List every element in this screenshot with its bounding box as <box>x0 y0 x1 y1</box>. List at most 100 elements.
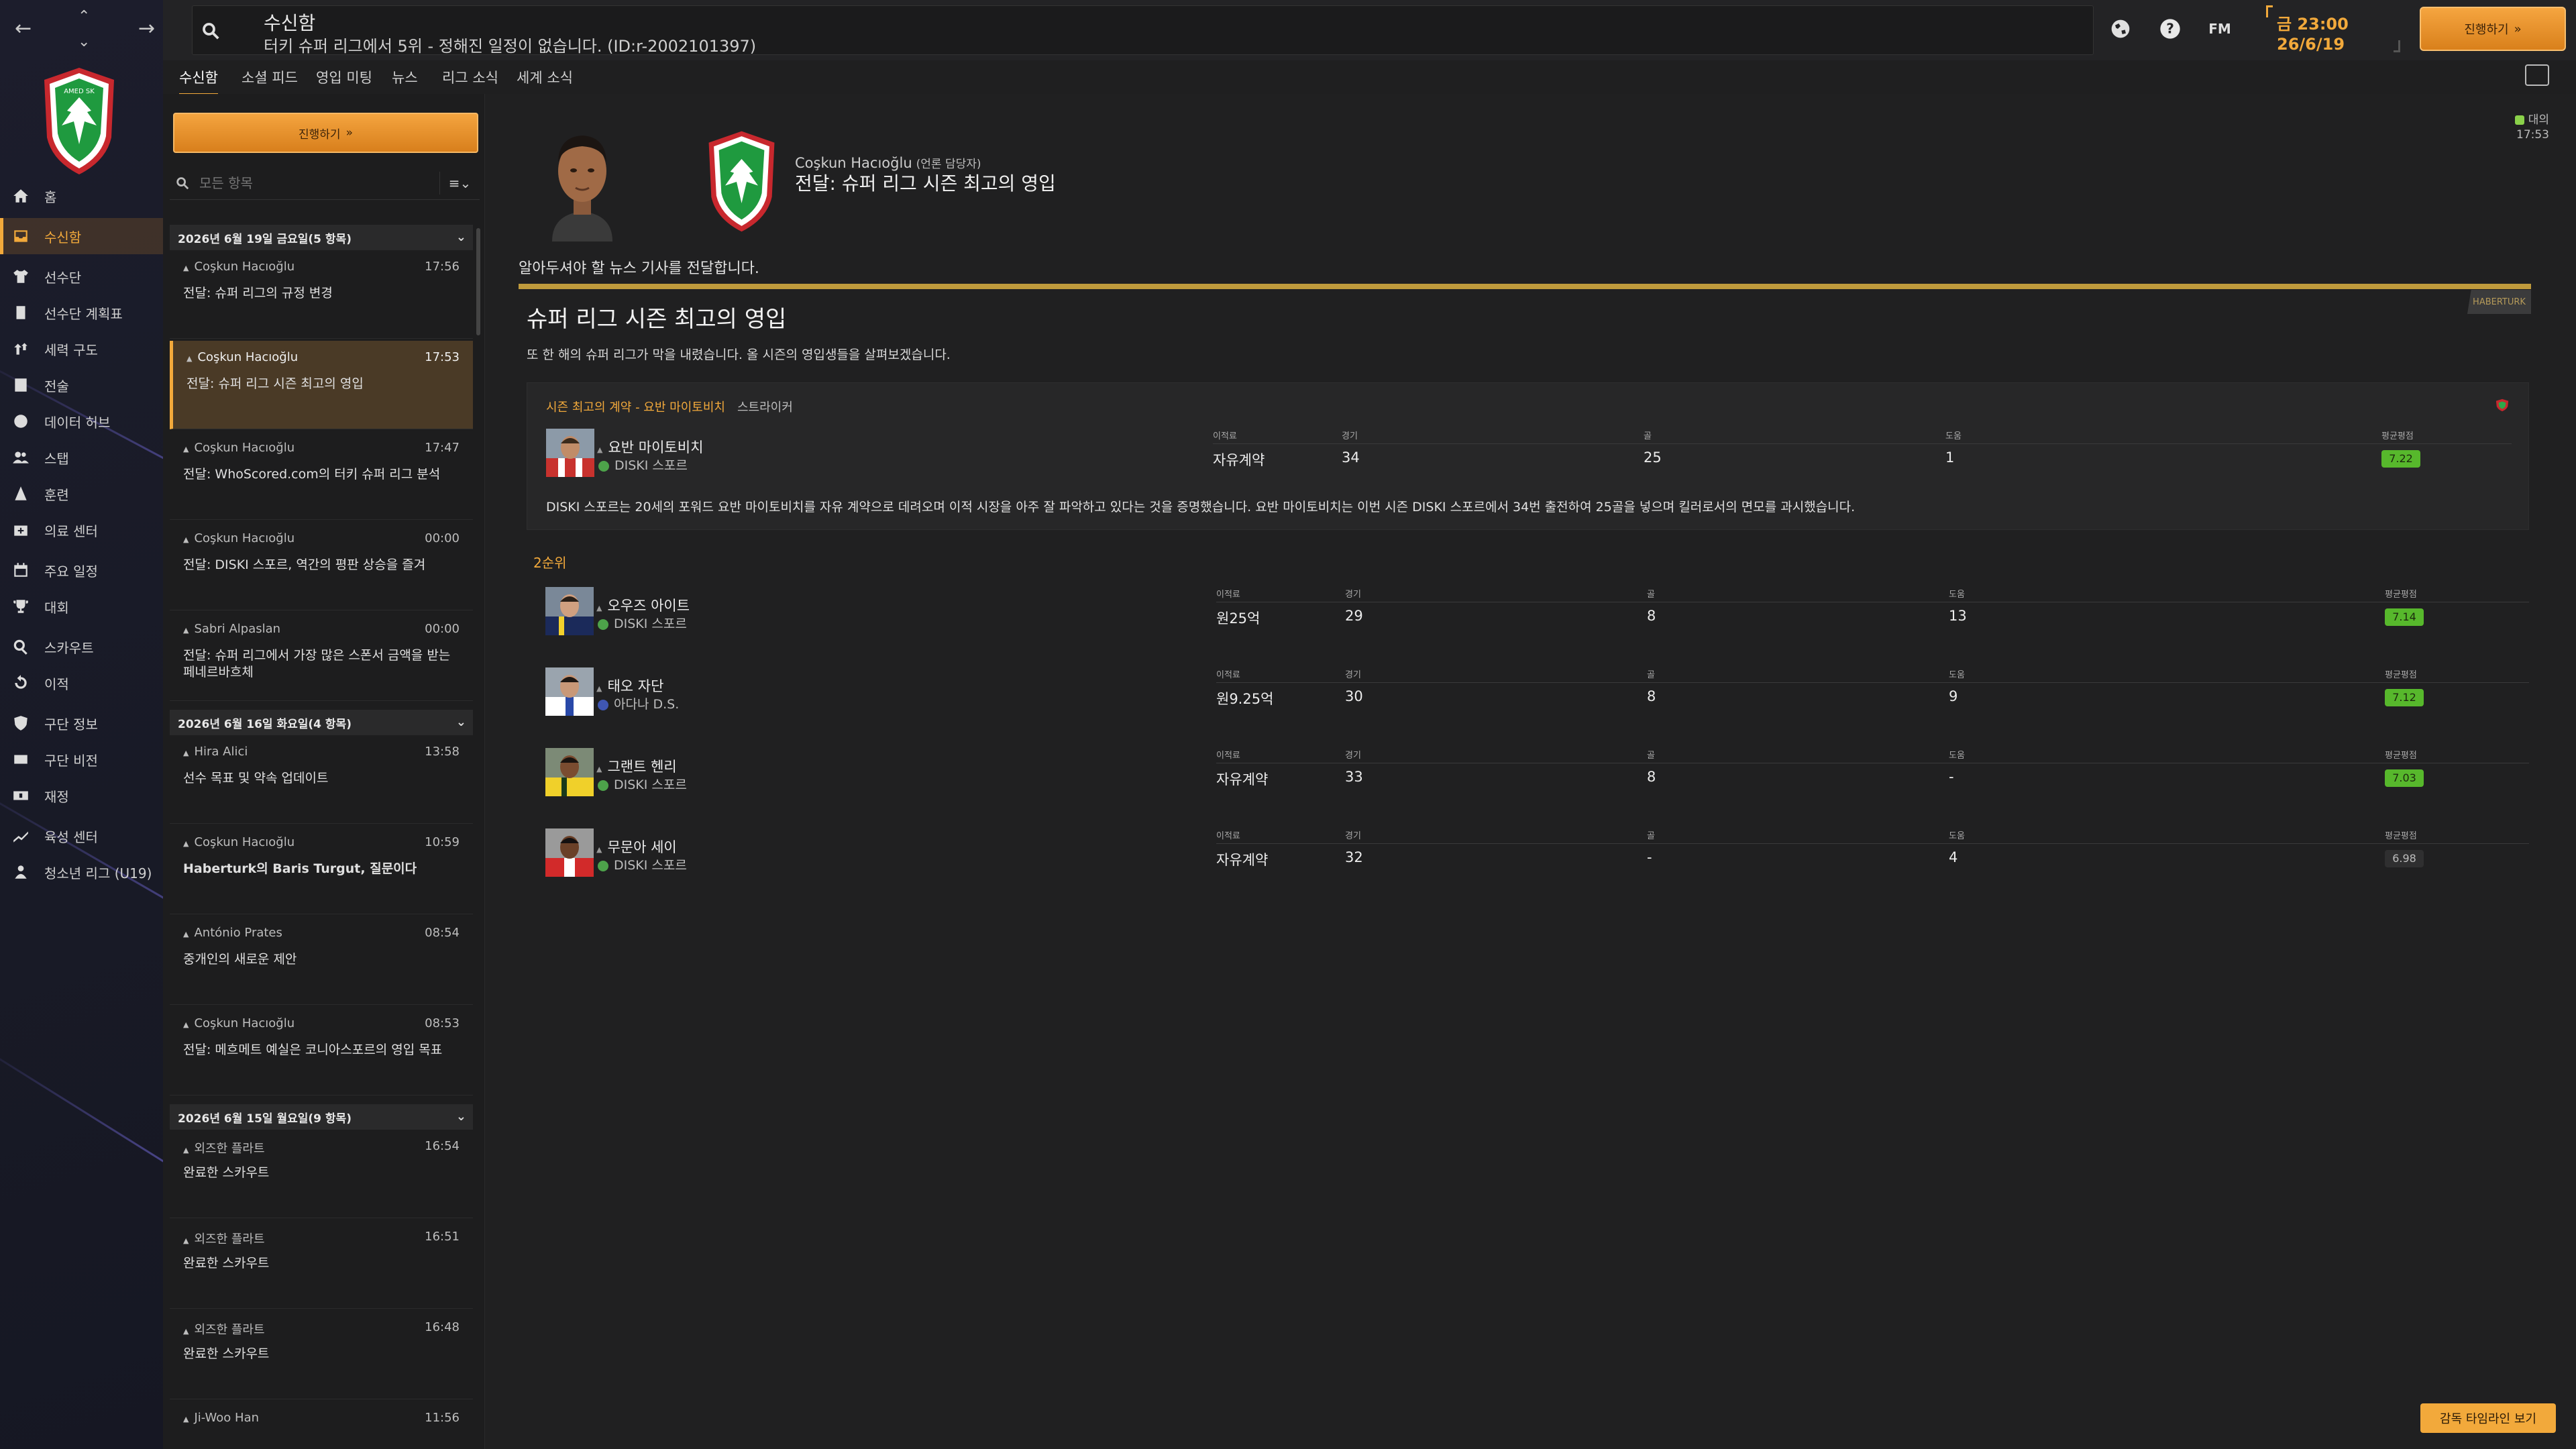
inbox-group-header[interactable]: 2026년 6월 19일 금요일(5 항목) ⌄ <box>170 225 473 250</box>
player-name[interactable]: 태오 자단 <box>596 676 663 696</box>
message-intro: 알아두셔야 할 뉴스 기사를 전달합니다. <box>519 260 759 277</box>
player-photo[interactable] <box>545 667 594 716</box>
nav-item-squad-planner[interactable]: 선수단 계획표 <box>0 294 163 331</box>
message-time: 16:54 <box>425 1139 460 1153</box>
player-photo[interactable] <box>545 828 594 877</box>
calendar-icon <box>12 561 30 579</box>
nav-item-medical[interactable]: 의료 센터 <box>0 512 163 548</box>
nav-item-data-hub[interactable]: 데이터 허브 <box>0 403 163 439</box>
inbox-message[interactable]: António Prates 08:54 중개인의 새로운 제안 <box>170 916 473 1005</box>
inbox-message[interactable]: Hira Alici 13:58 선수 목표 및 약속 업데이트 <box>170 735 473 824</box>
fee-value: 자유계약 <box>1216 852 1269 868</box>
assists-value: 9 <box>1949 688 1958 704</box>
player-name[interactable]: 무문아 세이 <box>596 837 676 857</box>
nav-item-schedule[interactable]: 주요 일정 <box>0 552 163 588</box>
inbox-list: 진행하기 » ≡⌄ 2026년 6월 19일 금요일(5 항목) ⌄ Coşku… <box>163 94 485 1449</box>
inbox-message[interactable]: 외즈한 플라트 16:51 완료한 스카우트 <box>170 1220 473 1309</box>
inbox-message[interactable]: 외즈한 플라트 16:54 완료한 스카우트 <box>170 1130 473 1218</box>
header-search-box[interactable]: 수신함 터키 슈퍼 리그에서 5위 - 정해진 일정이 없습니다. (ID:r-… <box>192 5 2094 56</box>
nav-item-label: 선수단 <box>44 269 82 286</box>
nav-item-club-info[interactable]: 구단 정보 <box>0 705 163 741</box>
nav-item-tactics[interactable]: 전술 <box>0 367 163 403</box>
assists-column: 도움 - <box>1949 748 1965 785</box>
column-label: 골 <box>1644 431 1652 441</box>
inbox-message[interactable]: Coşkun Hacıoğlu 00:00 전달: DISKI 스포르, 역간의… <box>170 522 473 610</box>
nav-item-training[interactable]: 훈련 <box>0 476 163 512</box>
inbox-message[interactable]: Sabri Alpaslan 00:00 전달: 슈퍼 리그에서 가장 많은 스… <box>170 612 473 701</box>
nav-item-competitions[interactable]: 대회 <box>0 588 163 625</box>
player-name[interactable]: 요반 마이토비치 <box>597 437 703 457</box>
inbox-message[interactable]: Coşkun Hacıoğlu 08:53 전달: 메흐메트 예실은 코니아스포… <box>170 1007 473 1095</box>
message-time: 11:56 <box>425 1411 460 1425</box>
world-icon[interactable] <box>2108 17 2133 41</box>
fm-menu-icon[interactable]: FM <box>2208 17 2232 41</box>
nav-item-finances[interactable]: 재정 <box>0 777 163 814</box>
nav-item-label: 선수단 계획표 <box>44 305 123 322</box>
continue-button[interactable]: 진행하기 » <box>2420 7 2566 51</box>
message-sender: Coşkun Hacıoğlu <box>183 1016 294 1030</box>
tab-world-news[interactable]: 세계 소식 <box>517 67 573 87</box>
nav-item-inbox[interactable]: 수신함 <box>0 218 163 254</box>
inbox-scrollbar[interactable] <box>476 228 480 335</box>
nav-item-club-vision[interactable]: 구단 비전 <box>0 741 163 777</box>
divider <box>1216 682 2529 683</box>
rating-badge: 7.14 <box>2385 608 2424 626</box>
tab-league-news[interactable]: 리그 소식 <box>442 67 498 87</box>
back-icon[interactable]: ← <box>15 19 32 39</box>
divider <box>519 284 2531 289</box>
message-sender: Coşkun Hacıoğlu <box>183 260 294 274</box>
club-crest-icon[interactable]: AMED SK <box>39 64 119 178</box>
player-club[interactable]: DISKI 스포르 <box>596 855 687 873</box>
nav-item-development[interactable]: 육성 센터 <box>0 818 163 854</box>
tab-inbox[interactable]: 수신함 <box>179 67 218 95</box>
player-club[interactable]: DISKI 스포르 <box>597 455 688 474</box>
nav-item-dynamics[interactable]: 세력 구도 <box>0 331 163 367</box>
inbox-group-header[interactable]: 2026년 6월 16일 화요일(4 항목) ⌄ <box>170 710 473 735</box>
nav-item-scouting[interactable]: 스카우트 <box>0 629 163 665</box>
data-hub-icon <box>12 413 30 430</box>
inbox-message[interactable]: 외즈한 플라트 16:48 완료한 스카우트 <box>170 1311 473 1399</box>
inbox-message[interactable]: Coşkun Hacıoğlu 10:59 Haberturk의 Baris T… <box>170 826 473 914</box>
chevron-down-icon[interactable]: ⌄ <box>78 32 90 52</box>
player-club[interactable]: 아다나 D.S. <box>596 694 679 712</box>
tab-social-feed[interactable]: 소셜 피드 <box>241 67 298 87</box>
nav-item-home[interactable]: 홈 <box>0 178 163 214</box>
corner-bracket-icon <box>2394 40 2400 52</box>
player-name[interactable]: 그랜트 헨리 <box>596 756 676 776</box>
article-title: 슈퍼 리그 시즌 최고의 영입 <box>527 306 787 333</box>
fee-value: 원9.25억 <box>1216 691 1274 707</box>
nav-item-youth-league[interactable]: 청소년 리그 (U19) <box>0 854 163 890</box>
forward-icon[interactable]: → <box>138 19 155 39</box>
player-name[interactable]: 오우즈 아이트 <box>596 595 690 615</box>
layout-toggle-icon[interactable] <box>2525 64 2549 86</box>
filter-menu-icon[interactable]: ≡⌄ <box>439 172 480 195</box>
player-photo[interactable] <box>545 587 594 635</box>
nav-item-staff[interactable]: 스탭 <box>0 439 163 476</box>
staff-icon <box>12 449 30 466</box>
sender-portrait <box>552 136 612 241</box>
player-club[interactable]: DISKI 스포르 <box>596 775 687 793</box>
tab-news[interactable]: 뉴스 <box>392 67 418 87</box>
player-photo[interactable] <box>546 429 594 477</box>
nav-item-squad[interactable]: 선수단 <box>0 258 163 294</box>
chevron-up-icon[interactable]: ⌃ <box>78 7 90 27</box>
player-club[interactable]: DISKI 스포르 <box>596 614 687 632</box>
double-chevron-icon: » <box>2514 21 2522 36</box>
inbox-message[interactable]: Coşkun Hacıoğlu 17:47 전달: WhoScored.com의… <box>170 431 473 520</box>
inbox-message[interactable]: Ji-Woo Han 11:56 <box>170 1401 473 1448</box>
tab-transfer-meetings[interactable]: 영입 미팅 <box>316 67 372 87</box>
inbox-group-header[interactable]: 2026년 6월 15일 월요일(9 항목) ⌄ <box>170 1104 473 1130</box>
player-photo[interactable] <box>545 748 594 796</box>
inbox-message-selected[interactable]: Coşkun Hacıoğlu 17:53 전달: 슈퍼 리그 시즌 최고의 영… <box>170 341 473 429</box>
column-label: 도움 <box>1949 751 1965 761</box>
help-icon[interactable]: ? <box>2158 17 2182 41</box>
nav-item-transfers[interactable]: 이적 <box>0 665 163 701</box>
inbox-search-input[interactable] <box>199 173 421 193</box>
youth-icon <box>12 863 30 881</box>
inbox-continue-button[interactable]: 진행하기 » <box>173 113 478 153</box>
game-date[interactable]: 금 23:00 26/6/19 <box>2266 5 2400 54</box>
nav-item-label: 구단 정보 <box>44 716 98 733</box>
inbox-message[interactable]: Coşkun Hacıoğlu 17:56 전달: 슈퍼 리그의 규정 변경 <box>170 250 473 339</box>
manager-timeline-button[interactable]: 감독 타임라인 보기 <box>2420 1403 2556 1433</box>
fee-value: 자유계약 <box>1216 771 1269 788</box>
